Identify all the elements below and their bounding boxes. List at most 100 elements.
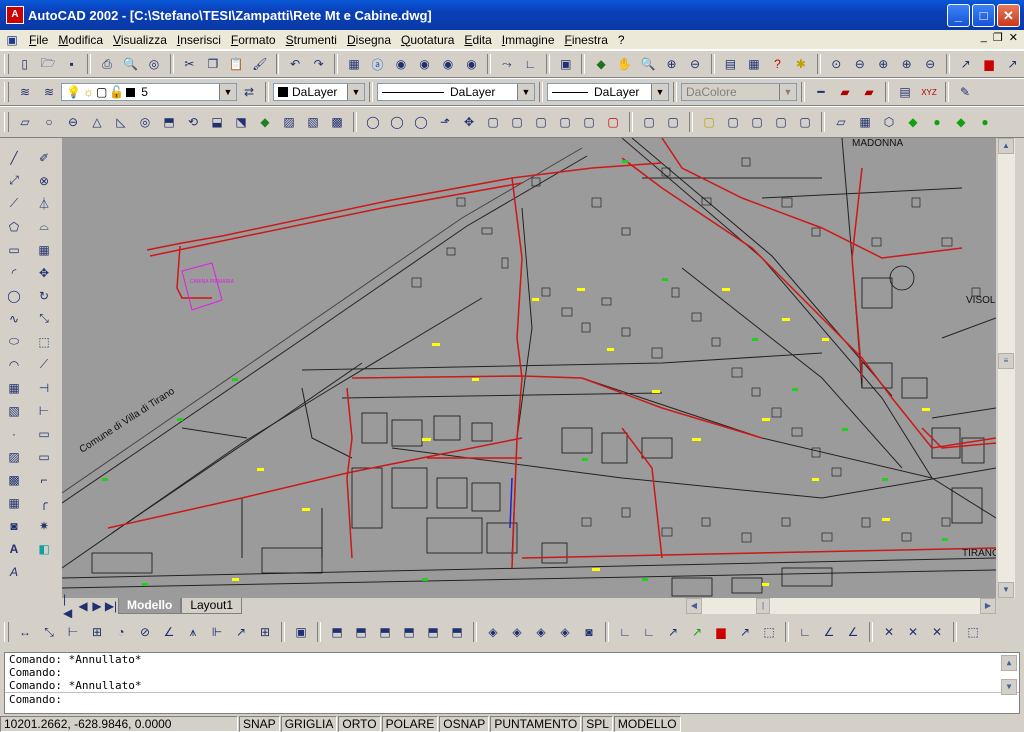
green-cube-icon[interactable]: ◆ (903, 112, 923, 132)
ucs-prev-icon[interactable]: ∟ (639, 622, 659, 642)
quick-dim-icon[interactable]: ⩚ (183, 622, 203, 642)
view-bottom-icon[interactable]: ⬒ (351, 622, 371, 642)
horizontal-scrollbar[interactable]: ◀ | ▶ (686, 598, 996, 614)
vertical-scrollbar[interactable]: ▲ ≡ ▼ (998, 138, 1015, 598)
fillet-icon[interactable]: ╭ (34, 492, 54, 513)
check-icon[interactable]: ▢ (795, 112, 815, 132)
menu-strumenti[interactable]: Strumenti (281, 33, 342, 47)
chamfer-icon[interactable]: ⌐ (34, 469, 54, 490)
copy-faces-icon[interactable]: ▢ (579, 112, 599, 132)
zoom-window-icon[interactable]: ⊕ (662, 54, 681, 74)
tab-layout1[interactable]: Layout1 (181, 598, 243, 614)
section-icon[interactable]: ⬔ (231, 112, 251, 132)
3d-box-icon[interactable]: ⬡ (879, 112, 899, 132)
extrude-icon[interactable]: ⬒ (159, 112, 179, 132)
pan-realtime-icon[interactable]: ✋ (615, 54, 634, 74)
paste-icon[interactable]: 📋 (227, 54, 246, 74)
green-ball-icon[interactable]: ● (975, 112, 995, 132)
snap-toggle[interactable]: SNAP (239, 716, 280, 732)
copy-icon[interactable]: ❐ (203, 54, 222, 74)
view-icon[interactable]: ▣ (291, 622, 311, 642)
polar-toggle[interactable]: POLARE (381, 716, 439, 732)
table-icon[interactable]: ▦ (4, 492, 24, 513)
layer-color-icon[interactable]: ◧ (34, 538, 54, 559)
command-window[interactable]: Comando: *Annullato* Comando: Comando: *… (4, 652, 1020, 714)
open-folder-icon[interactable]: 🗁 (38, 54, 57, 74)
offset-faces-icon[interactable]: ▢ (483, 112, 503, 132)
properties-icon[interactable]: ▤ (721, 54, 740, 74)
insert-block-icon[interactable]: ▦ (4, 377, 24, 398)
lwt-toggle[interactable]: SPL (582, 716, 613, 732)
slice-icon[interactable]: ⬓ (207, 112, 227, 132)
menu-quotatura[interactable]: Quotatura (396, 33, 459, 47)
xyz-icon[interactable]: XYZ (919, 82, 939, 102)
leader-icon[interactable]: ↗ (231, 622, 251, 642)
setup-drawing-icon[interactable]: ▨ (279, 112, 299, 132)
ucs-xrot-icon[interactable]: ✕ (879, 622, 899, 642)
web-icon-1[interactable]: ◉ (391, 54, 410, 74)
break-at-point-icon[interactable]: ▭ (34, 446, 54, 467)
maximize-button[interactable]: □ (972, 4, 995, 27)
view-top-icon[interactable]: ⬒ (327, 622, 347, 642)
stretch-icon[interactable]: ⬚ (34, 331, 54, 352)
layer-states-icon[interactable]: ≋ (39, 82, 59, 102)
linear-dim-icon[interactable]: ↔ (15, 622, 35, 642)
imprint-icon[interactable]: ▢ (699, 112, 719, 132)
named-views-icon[interactable]: ▣ (556, 54, 575, 74)
zoom-plus-icon[interactable]: ⊕ (897, 54, 916, 74)
render-icon[interactable]: ▦ (855, 112, 875, 132)
active-assistance-icon[interactable]: ✱ (791, 54, 810, 74)
text-style-icon[interactable]: ▤ (895, 82, 915, 102)
cmd-scroll-down-icon[interactable]: ▼ (1001, 679, 1017, 695)
angular-dim-icon[interactable]: ∠ (159, 622, 179, 642)
menu-immagine[interactable]: Immagine (497, 33, 560, 47)
doc-close-button[interactable]: ✕ (1009, 31, 1018, 44)
iso-nw-icon[interactable]: ◈ (555, 622, 575, 642)
cone-icon[interactable]: △ (87, 112, 107, 132)
ucs-apply-icon[interactable]: ⬚ (963, 622, 983, 642)
camera-icon[interactable]: ◙ (4, 515, 24, 536)
color-edges-icon[interactable]: ▢ (663, 112, 683, 132)
ucs-world-icon[interactable]: ∟ (615, 622, 635, 642)
solid-tool-icon[interactable]: ▰ (859, 82, 879, 102)
ucs-origin-icon[interactable]: ↗ (735, 622, 755, 642)
tab-modello[interactable]: Modello (118, 598, 182, 614)
web-icon-4[interactable]: ◉ (462, 54, 481, 74)
command-prompt[interactable]: Comando: (5, 692, 1019, 706)
shell-icon[interactable]: ▢ (771, 112, 791, 132)
adcenter-icon[interactable]: ▦ (744, 54, 763, 74)
sphere-icon[interactable]: ○ (39, 112, 59, 132)
undo-icon[interactable]: ↶ (285, 54, 304, 74)
ucs-view-icon[interactable]: ▆ (711, 622, 731, 642)
hide-icon[interactable]: ▱ (831, 112, 851, 132)
green-cube-2-icon[interactable]: ◆ (951, 112, 971, 132)
arc-icon[interactable]: ◜ (4, 262, 24, 283)
ellipse-arc-icon[interactable]: ◠ (4, 354, 24, 375)
scroll-left-icon[interactable]: ◀ (686, 598, 702, 614)
menu-disegna[interactable]: Disegna (342, 33, 396, 47)
ortho-toggle[interactable]: ORTO (338, 716, 381, 732)
hscroll-thumb[interactable]: | (756, 598, 770, 614)
region-icon[interactable]: ▩ (4, 469, 24, 490)
print-preview-icon[interactable]: 🔍 (121, 54, 140, 74)
rectangle-icon[interactable]: ▭ (4, 239, 24, 260)
design-center-icon[interactable]: ▦ (344, 54, 363, 74)
linetype-dropdown[interactable]: DaLayer ▼ (377, 83, 535, 101)
ucs-zrot-icon[interactable]: ✕ (927, 622, 947, 642)
erase-icon[interactable]: ✐ (34, 147, 54, 168)
revolve-icon[interactable]: ⟲ (183, 112, 203, 132)
web-icon-3[interactable]: ◉ (438, 54, 457, 74)
separate-icon[interactable]: ▢ (747, 112, 767, 132)
box-icon[interactable]: ▱ (15, 112, 35, 132)
tolerance-icon[interactable]: ⊞ (255, 622, 275, 642)
construction-line-icon[interactable]: ⤢ (4, 170, 24, 191)
iso-ne-icon[interactable]: ◈ (531, 622, 551, 642)
iso-sw-icon[interactable]: ◈ (483, 622, 503, 642)
camera-view-icon[interactable]: ◙ (579, 622, 599, 642)
menu-finestra[interactable]: Finestra (560, 33, 613, 47)
taper-faces-icon[interactable]: ▢ (555, 112, 575, 132)
web-icon-2[interactable]: ◉ (415, 54, 434, 74)
doc-restore-button[interactable]: ❐ (993, 31, 1003, 44)
trim-icon[interactable]: ⊣ (34, 377, 54, 398)
menu-modifica[interactable]: Modifica (53, 33, 108, 47)
